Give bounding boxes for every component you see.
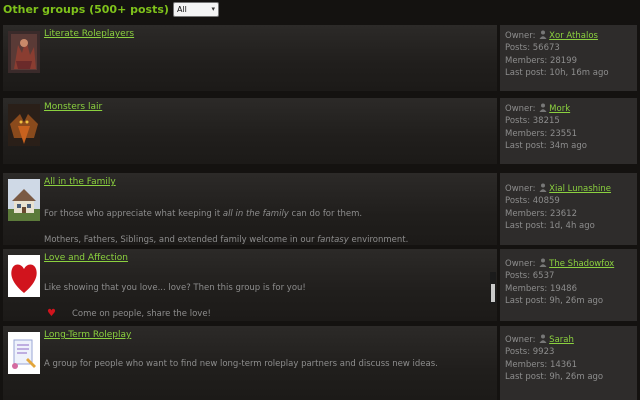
posts-count: Posts: 38215: [505, 116, 560, 127]
user-icon: [539, 183, 547, 192]
posts-count: Posts: 56673: [505, 43, 560, 54]
group-thumbnail[interactable]: [8, 31, 40, 73]
scrollbar-thumb[interactable]: [491, 284, 495, 302]
user-icon: [539, 103, 547, 112]
heart-icon: ♥: [47, 308, 56, 319]
members-count: Members: 23612: [505, 208, 577, 219]
group-info-panel: Owner: Xial Lunashine Posts: 40859 Membe…: [500, 173, 637, 245]
members-count: Members: 23551: [505, 128, 577, 139]
description-scrollbar[interactable]: [490, 272, 496, 304]
group-thumbnail[interactable]: [8, 104, 40, 146]
group-info-panel: Owner: Mork Posts: 38215 Members: 23551 …: [500, 98, 637, 164]
group-filter-select[interactable]: All ▾: [172, 1, 219, 17]
last-post-time: Last post: 9h, 26m ago: [505, 371, 604, 382]
posts-count: Posts: 40859: [505, 196, 560, 207]
owner-row: Owner: The Shadowfox: [505, 258, 615, 269]
owner-row: Owner: Xor Athalos: [505, 30, 598, 41]
user-icon: [539, 334, 547, 343]
owner-link[interactable]: Xial Lunashine: [549, 184, 611, 194]
groups-header: Other groups (500+ posts) All ▾: [3, 1, 219, 17]
last-post-time: Last post: 10h, 16m ago: [505, 67, 609, 78]
owner-link[interactable]: The Shadowfox: [549, 259, 614, 269]
group-thumbnail[interactable]: [8, 332, 40, 374]
group-card: Literate Roleplayers Owner: Xor Athalos …: [3, 25, 637, 91]
group-card: Monsters lair Owner: Mork Posts: 38215 M…: [3, 98, 637, 164]
group-description: Mothers, Fathers, Siblings, and extended…: [44, 235, 409, 245]
group-description: Like showing that you love... love? Then…: [44, 283, 306, 293]
group-main-panel: Long-Term Roleplay A group for people wh…: [3, 326, 497, 400]
members-count: Members: 19486: [505, 283, 577, 294]
group-name-link[interactable]: Long-Term Roleplay: [44, 330, 131, 340]
group-info-panel: Owner: Xor Athalos Posts: 56673 Members:…: [500, 25, 637, 91]
user-icon: [539, 258, 547, 267]
owner-link[interactable]: Mork: [549, 104, 570, 114]
last-post-time: Last post: 9h, 26m ago: [505, 295, 604, 306]
last-post-time: Last post: 1d, 4h ago: [505, 220, 595, 231]
group-thumbnail[interactable]: [8, 255, 40, 297]
group-main-panel: All in the Family For those who apprecia…: [3, 173, 497, 245]
group-card: All in the Family For those who apprecia…: [3, 173, 637, 245]
members-count: Members: 28199: [505, 55, 577, 66]
group-description: For those who appreciate what keeping it…: [44, 209, 363, 219]
group-name-link[interactable]: All in the Family: [44, 177, 116, 187]
owner-row: Owner: Mork: [505, 103, 571, 114]
group-card: Long-Term Roleplay A group for people wh…: [3, 326, 637, 400]
chevron-down-icon: ▾: [211, 5, 215, 13]
section-title: Other groups (500+ posts): [3, 2, 169, 16]
group-name-link[interactable]: Literate Roleplayers: [44, 29, 134, 39]
filter-value: All: [176, 4, 187, 14]
group-name-link[interactable]: Monsters lair: [44, 102, 102, 112]
user-icon: [539, 30, 547, 39]
group-card: Love and Affection Like showing that you…: [3, 249, 637, 321]
last-post-time: Last post: 34m ago: [505, 140, 587, 151]
group-main-panel: Love and Affection Like showing that you…: [3, 249, 497, 321]
group-main-panel: Literate Roleplayers: [3, 25, 497, 91]
group-name-link[interactable]: Love and Affection: [44, 253, 128, 263]
group-description: A group for people who want to find new …: [44, 359, 438, 369]
group-description: ♥ Come on people, share the love!: [47, 308, 211, 319]
owner-row: Owner: Xial Lunashine: [505, 183, 611, 194]
group-info-panel: Owner: The Shadowfox Posts: 6537 Members…: [500, 249, 637, 321]
group-thumbnail[interactable]: [8, 179, 40, 221]
group-main-panel: Monsters lair: [3, 98, 497, 164]
posts-count: Posts: 9923: [505, 347, 555, 358]
members-count: Members: 14361: [505, 359, 577, 370]
posts-count: Posts: 6537: [505, 271, 555, 282]
owner-link[interactable]: Sarah: [549, 335, 574, 345]
group-info-panel: Owner: Sarah Posts: 9923 Members: 14361 …: [500, 326, 637, 400]
owner-row: Owner: Sarah: [505, 334, 574, 345]
owner-link[interactable]: Xor Athalos: [549, 31, 598, 41]
